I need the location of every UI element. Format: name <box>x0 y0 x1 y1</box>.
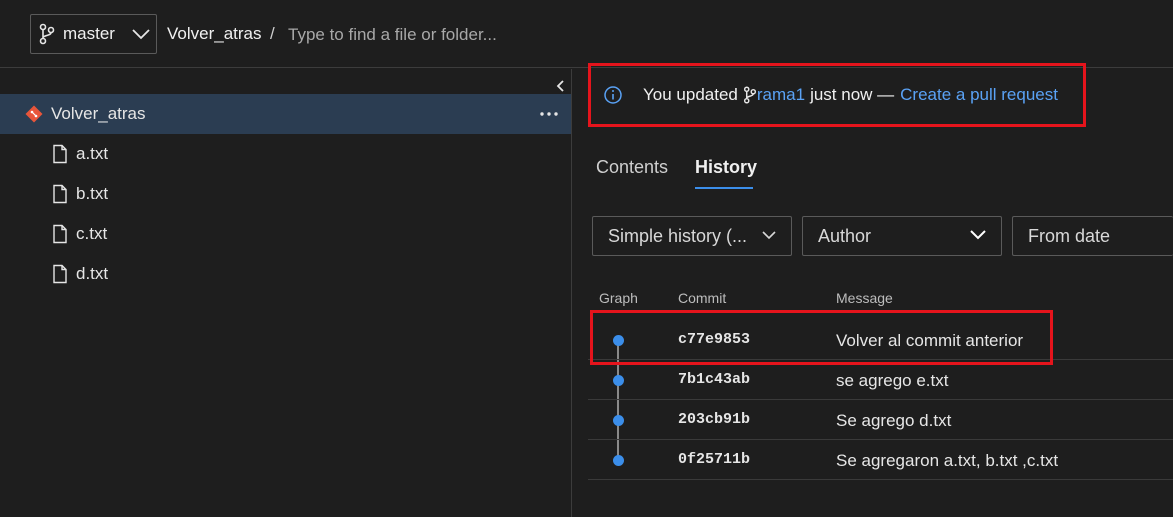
git-repo-icon <box>25 105 43 123</box>
banner-branch-link[interactable]: rama1 <box>743 85 805 105</box>
tree-item-file[interactable]: d.txt <box>0 254 571 294</box>
tree-item-label: d.txt <box>76 264 109 283</box>
file-icon <box>53 264 67 284</box>
tree-item-label: Volver_atras <box>51 104 146 123</box>
chevron-down-icon <box>970 230 986 240</box>
top-bar: master Volver_atras / <box>0 0 1173 68</box>
info-icon <box>604 86 622 104</box>
banner-branch-name: rama1 <box>756 85 806 104</box>
from-date-field[interactable]: From date <box>1012 216 1173 256</box>
commit-hash[interactable]: c77e9853 <box>678 331 750 348</box>
active-tab-indicator <box>695 187 753 189</box>
chevron-down-icon <box>762 231 776 240</box>
file-search-input[interactable] <box>288 22 588 48</box>
update-banner: You updated rama1 just now — Create a pu… <box>588 63 1086 127</box>
commit-row[interactable]: c77e9853 Volver al commit anterior <box>588 320 1173 360</box>
breadcrumb-separator: / <box>270 24 275 43</box>
file-icon <box>53 224 67 244</box>
file-icon <box>53 184 67 204</box>
column-header-commit: Commit <box>678 290 727 306</box>
commit-message: Se agregaron a.txt, b.txt ,c.txt <box>836 451 1059 470</box>
history-mode-dropdown[interactable]: Simple history (... <box>592 216 792 256</box>
branch-icon <box>39 23 55 45</box>
tree-item-repo-root[interactable]: Volver_atras <box>0 94 571 134</box>
tree-item-label: b.txt <box>76 184 109 203</box>
column-header-message: Message <box>836 290 893 306</box>
banner-middle: just now — <box>810 85 895 104</box>
column-header-graph: Graph <box>599 290 638 306</box>
commit-message: Volver al commit anterior <box>836 331 1024 350</box>
commit-row[interactable]: 0f25711b Se agregaron a.txt, b.txt ,c.tx… <box>588 440 1173 480</box>
commit-message: se agrego e.txt <box>836 371 949 390</box>
branch-name: master <box>63 24 115 43</box>
more-options-icon[interactable] <box>539 106 559 122</box>
breadcrumb-repo[interactable]: Volver_atras <box>167 24 262 44</box>
tree-item-label: c.txt <box>76 224 108 243</box>
commit-graph-dot <box>613 415 624 426</box>
author-value: Author <box>818 225 872 246</box>
commit-hash[interactable]: 7b1c43ab <box>678 371 750 388</box>
collapse-left-icon[interactable] <box>552 77 570 95</box>
commit-row[interactable]: 7b1c43ab se agrego e.txt <box>588 360 1173 400</box>
commit-graph-dot <box>613 335 624 346</box>
tree-item-file[interactable]: b.txt <box>0 174 571 214</box>
commit-graph-dot <box>613 375 624 386</box>
create-pull-request-link[interactable]: Create a pull request <box>900 85 1058 105</box>
commit-message: Se agrego d.txt <box>836 411 952 430</box>
author-dropdown[interactable]: Author <box>802 216 1002 256</box>
history-mode-value: Simple history (... <box>608 225 748 246</box>
commit-hash[interactable]: 0f25711b <box>678 451 750 468</box>
tree-item-file[interactable]: a.txt <box>0 134 571 174</box>
from-date-value: From date <box>1028 225 1111 246</box>
tab-contents[interactable]: Contents <box>596 157 668 178</box>
commit-graph-dot <box>613 455 624 466</box>
tab-history[interactable]: History <box>695 157 757 178</box>
banner-message: You updated rama1 just now — Create a pu… <box>643 85 1058 105</box>
tree-item-label: a.txt <box>76 144 109 163</box>
tree-item-file[interactable]: c.txt <box>0 214 571 254</box>
branch-icon <box>743 86 756 104</box>
chevron-down-icon <box>132 29 150 40</box>
file-icon <box>53 144 67 164</box>
commit-row[interactable]: 203cb91b Se agrego d.txt <box>588 400 1173 440</box>
branch-selector[interactable]: master <box>30 14 157 54</box>
commit-hash[interactable]: 203cb91b <box>678 411 750 428</box>
file-tree: Volver_atras a.txt b.txt c.txt d.txt <box>0 69 572 517</box>
banner-prefix: You updated <box>643 85 738 104</box>
